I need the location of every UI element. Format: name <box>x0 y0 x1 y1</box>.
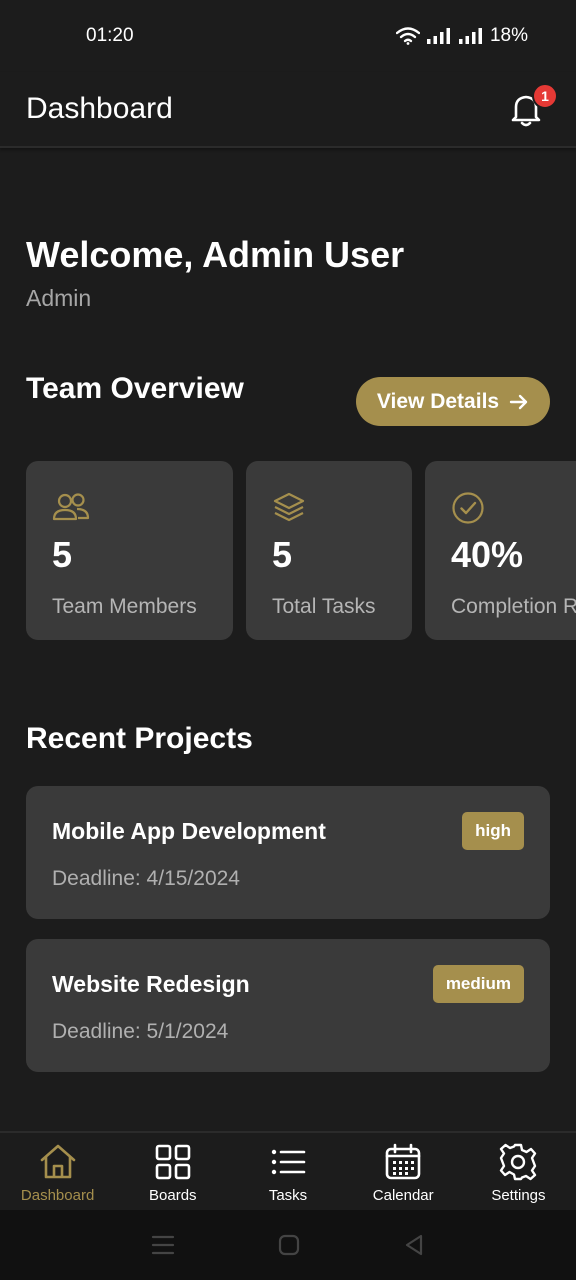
stat-label: Team Members <box>52 595 197 618</box>
nav-label: Boards <box>149 1187 197 1204</box>
nav-item-calendar[interactable]: Calendar <box>346 1133 461 1210</box>
wifi-icon <box>395 27 420 45</box>
battery-level: 18% <box>489 25 528 46</box>
layers-icon <box>273 492 305 522</box>
project-deadline: Deadline: 4/15/2024 <box>52 867 240 890</box>
gear-icon <box>500 1143 537 1181</box>
grid-icon <box>155 1144 191 1180</box>
project-card[interactable]: Mobile App Development Deadline: 4/15/20… <box>26 786 550 919</box>
app-header: Dashboard 1 <box>0 72 576 148</box>
user-role: Admin <box>26 285 92 311</box>
notifications-button[interactable]: 1 <box>506 83 558 129</box>
nav-label: Tasks <box>268 1187 308 1204</box>
project-card[interactable]: Website Redesign Deadline: 5/1/2024 medi… <box>26 939 550 1072</box>
bottom-nav: Dashboard Boards Tasks Calendar Settings <box>0 1131 576 1210</box>
project-name: Mobile App Development <box>52 818 326 844</box>
welcome-heading: Welcome, Admin User <box>26 234 405 275</box>
list-icon <box>271 1149 306 1175</box>
recent-apps-icon[interactable] <box>151 1234 175 1256</box>
stat-value: 40% <box>451 534 524 575</box>
system-nav-bar <box>0 1210 576 1280</box>
stat-value: 5 <box>272 534 293 575</box>
home-icon <box>40 1144 75 1179</box>
status-bar: 01:20 18% <box>0 0 576 72</box>
nav-item-tasks[interactable]: Tasks <box>230 1133 345 1210</box>
signal-icon-2 <box>458 28 482 44</box>
recent-projects-title: Recent Projects <box>26 722 253 755</box>
calendar-icon <box>385 1143 421 1180</box>
stat-label: Completion Rate <box>451 595 576 618</box>
check-circle-icon <box>452 492 484 524</box>
priority-badge: medium <box>432 965 524 1003</box>
status-time: 01:20 <box>86 25 134 46</box>
notification-badge: 1 <box>532 83 558 109</box>
view-details-button[interactable]: View Details <box>356 377 550 426</box>
nav-label: Dashboard <box>20 1187 95 1204</box>
view-details-label: View Details <box>376 389 500 413</box>
users-icon <box>52 493 90 521</box>
nav-label: Settings <box>491 1187 546 1204</box>
stat-value: 5 <box>52 534 73 575</box>
arrow-right-icon <box>509 394 528 409</box>
stat-card-total-tasks[interactable]: 5 Total Tasks <box>246 461 412 640</box>
nav-label: Calendar <box>372 1187 434 1204</box>
nav-item-dashboard[interactable]: Dashboard <box>0 1133 115 1210</box>
signal-icon <box>426 28 450 44</box>
stat-card-completion-rate[interactable]: 40% Completion Rate <box>425 461 576 640</box>
stat-label: Total Tasks <box>272 595 376 618</box>
page-title: Dashboard <box>26 92 173 125</box>
status-icons: 18% <box>395 25 528 47</box>
stat-card-team-members[interactable]: 5 Team Members <box>26 461 233 640</box>
team-overview-title: Team Overview <box>26 372 244 405</box>
priority-badge: high <box>462 812 524 850</box>
nav-item-settings[interactable]: Settings <box>461 1133 576 1210</box>
home-button-icon[interactable] <box>278 1234 300 1256</box>
nav-item-boards[interactable]: Boards <box>115 1133 230 1210</box>
project-deadline: Deadline: 5/1/2024 <box>52 1020 229 1043</box>
back-icon[interactable] <box>403 1234 425 1256</box>
